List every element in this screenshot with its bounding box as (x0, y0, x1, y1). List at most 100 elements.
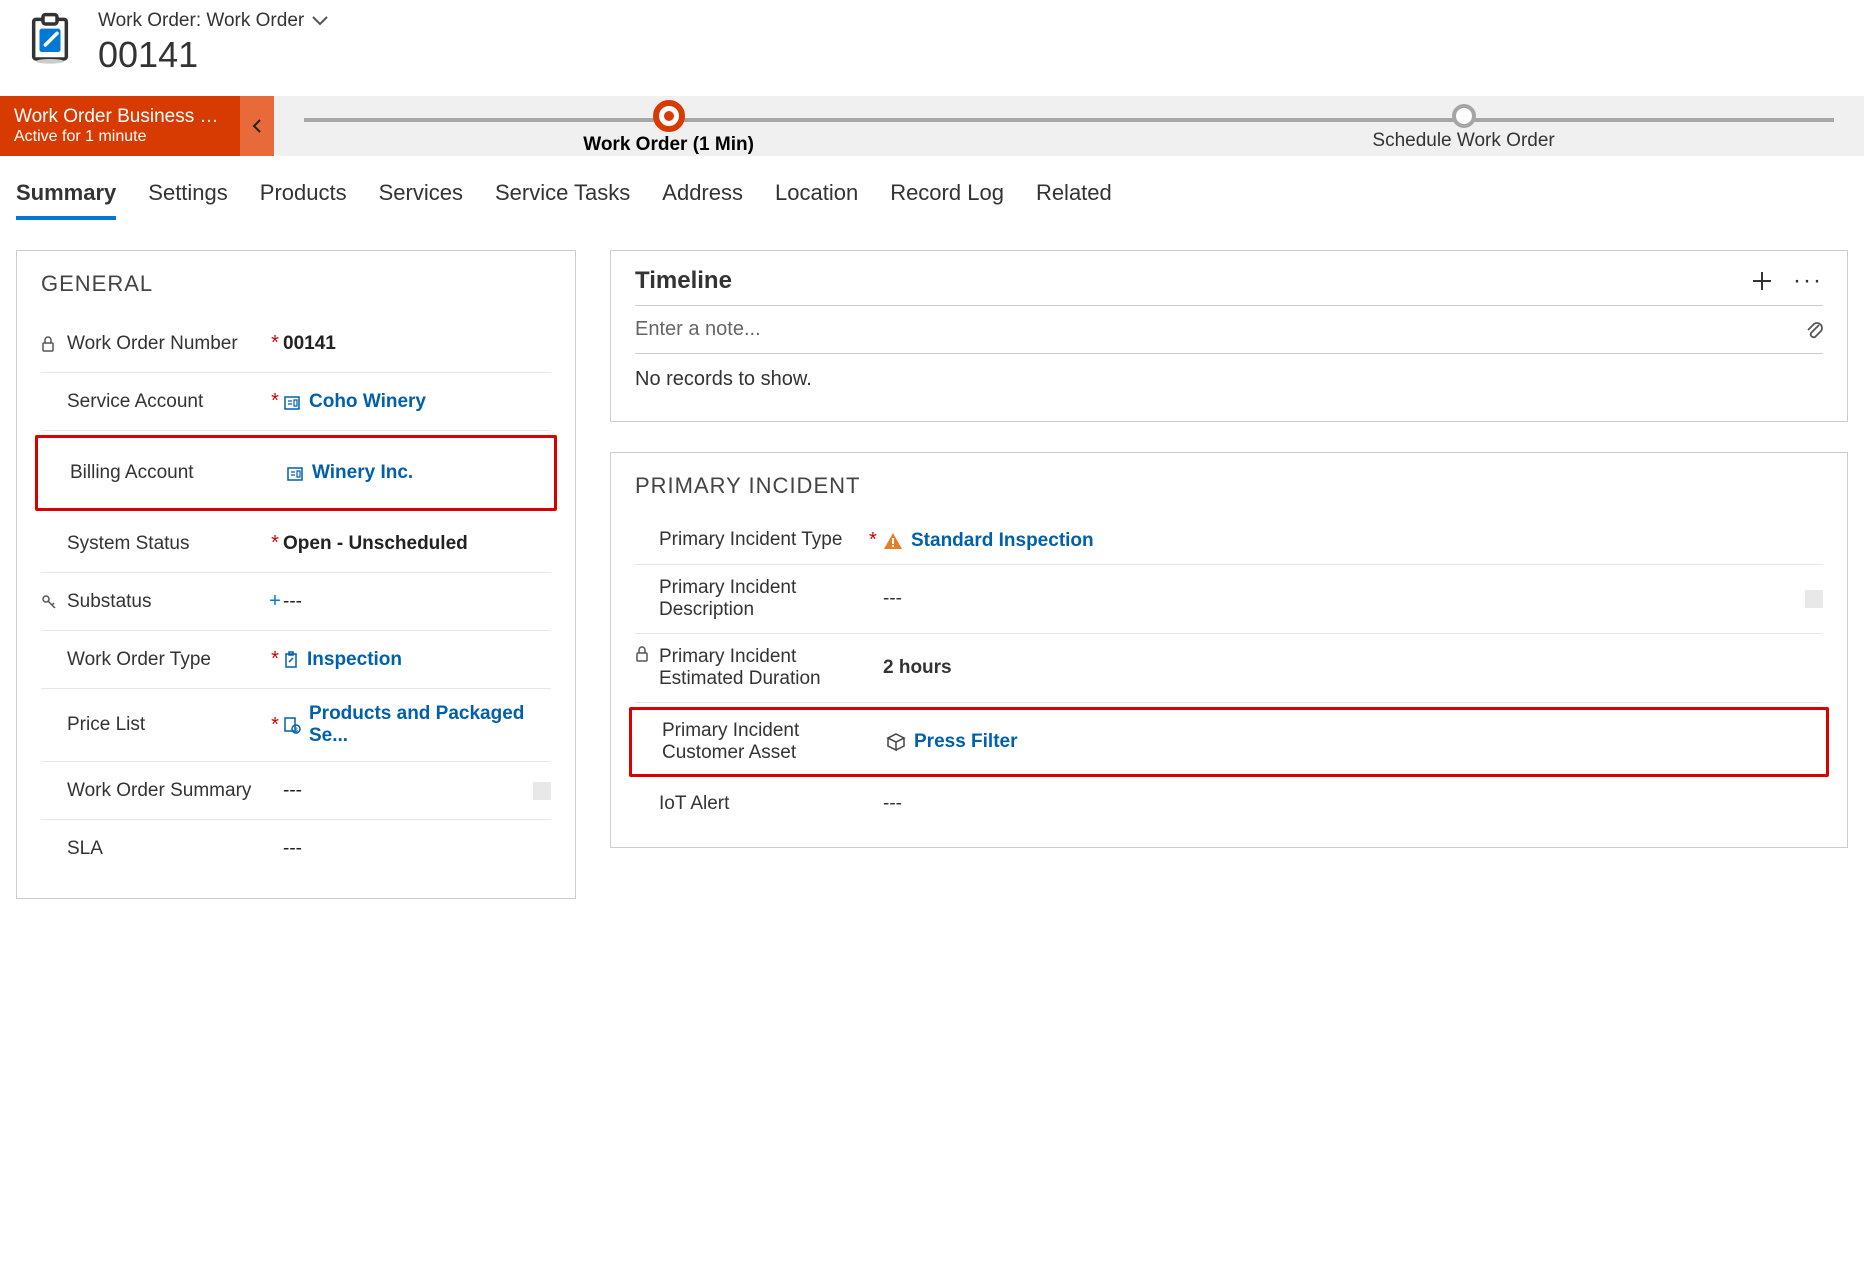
tab-location[interactable]: Location (775, 180, 858, 220)
field-value: --- (883, 793, 1823, 815)
field-primary-incident-duration[interactable]: Primary Incident Estimated Duration 2 ho… (635, 634, 1823, 703)
field-system-status[interactable]: System Status * Open - Unscheduled (41, 515, 551, 573)
record-title: 00141 (98, 34, 328, 76)
bpf-stage-work-order[interactable]: Work Order (1 Min) (583, 96, 754, 156)
bpf-collapse-button[interactable] (240, 96, 274, 156)
link-text: Inspection (307, 649, 402, 671)
form-body: GENERAL Work Order Number * 00141 Servic… (0, 220, 1864, 929)
field-label: Primary Incident Customer Asset (662, 720, 872, 764)
highlight-customer-asset: Primary Incident Customer Asset Press Fi… (629, 707, 1829, 777)
field-service-account[interactable]: Service Account * Coho Winery (41, 373, 551, 431)
field-iot-alert[interactable]: IoT Alert --- (635, 781, 1823, 827)
attachment-icon[interactable] (1805, 319, 1823, 341)
link-text: Press Filter (914, 731, 1018, 753)
header-text: Work Order: Work Order 00141 (98, 10, 328, 76)
timeline-note-input[interactable]: Enter a note... (635, 306, 1823, 354)
section-title-general: GENERAL (41, 271, 551, 297)
right-column: Timeline ··· Enter a note... No records … (610, 250, 1848, 899)
chevron-down-icon (312, 16, 328, 26)
bpf-stage-label: Work Order (1 Min) (583, 134, 754, 156)
field-value-link[interactable]: Press Filter (886, 720, 1820, 764)
field-primary-incident-asset[interactable]: Primary Incident Customer Asset Press Fi… (638, 716, 1820, 768)
tab-settings[interactable]: Settings (148, 180, 228, 220)
field-value: --- (283, 780, 551, 802)
field-primary-incident-type[interactable]: Primary Incident Type * Standard Inspect… (635, 517, 1823, 565)
tab-summary[interactable]: Summary (16, 180, 116, 220)
bpf-stage-circle-active (653, 100, 685, 132)
bpf-stage-circle (1452, 104, 1476, 128)
record-header: Work Order: Work Order 00141 (0, 0, 1864, 96)
primary-incident-section: PRIMARY INCIDENT Primary Incident Type *… (610, 452, 1848, 848)
required-indicator: * (869, 529, 883, 552)
tab-related[interactable]: Related (1036, 180, 1112, 220)
field-substatus[interactable]: Substatus + --- (41, 573, 551, 631)
field-label: Work Order Summary (67, 780, 267, 802)
tab-products[interactable]: Products (260, 180, 347, 220)
general-section: GENERAL Work Order Number * 00141 Servic… (16, 250, 576, 899)
field-value-link[interactable]: Coho Winery (283, 391, 551, 413)
tab-service-tasks[interactable]: Service Tasks (495, 180, 630, 220)
field-sla[interactable]: SLA --- (41, 820, 551, 878)
bpf-duration: Active for 1 minute (14, 128, 226, 146)
bpf-name-block[interactable]: Work Order Business Pro... Active for 1 … (0, 96, 240, 156)
field-label: Billing Account (70, 462, 270, 484)
add-icon[interactable] (1751, 270, 1773, 292)
lock-icon (635, 646, 659, 690)
expand-icon[interactable] (1805, 590, 1823, 608)
timeline-header: Timeline ··· (635, 267, 1823, 306)
field-label: Substatus (67, 591, 267, 613)
field-label: SLA (67, 838, 267, 860)
timeline-title: Timeline (635, 267, 732, 295)
field-value-link[interactable]: $ Products and Packaged Se... (283, 703, 551, 747)
bpf-stage-schedule[interactable]: Schedule Work Order (1372, 96, 1554, 156)
tab-services[interactable]: Services (379, 180, 463, 220)
tab-record-log[interactable]: Record Log (890, 180, 1004, 220)
field-value: 00141 (283, 333, 551, 355)
lock-icon (41, 336, 67, 352)
link-text: Winery Inc. (312, 462, 413, 484)
account-icon (283, 393, 301, 411)
warning-icon (883, 532, 903, 550)
package-icon (886, 732, 906, 752)
field-value: --- (283, 838, 551, 860)
required-indicator: * (267, 532, 283, 555)
more-icon[interactable]: ··· (1793, 267, 1823, 295)
recommended-indicator: + (267, 590, 283, 613)
tab-address[interactable]: Address (662, 180, 743, 220)
field-value-link[interactable]: Winery Inc. (286, 462, 548, 484)
form-selector[interactable]: Work Order: Work Order (98, 10, 328, 32)
section-title-primary-incident: PRIMARY INCIDENT (635, 473, 1823, 499)
link-text: Standard Inspection (911, 530, 1094, 552)
expand-icon[interactable] (533, 782, 551, 800)
field-value-link[interactable]: Inspection (283, 649, 551, 671)
field-value: --- (283, 591, 551, 613)
field-primary-incident-description[interactable]: Primary Incident Description --- (635, 565, 1823, 634)
required-indicator: * (267, 648, 283, 671)
breadcrumb-text: Work Order: Work Order (98, 10, 304, 32)
timeline-section: Timeline ··· Enter a note... No records … (610, 250, 1848, 422)
field-work-order-summary[interactable]: Work Order Summary --- (41, 762, 551, 820)
field-value: 2 hours (883, 646, 1823, 690)
field-value: --- (883, 577, 1823, 621)
bpf-name: Work Order Business Pro... (14, 106, 226, 128)
required-indicator: * (267, 714, 283, 737)
field-value-link[interactable]: Standard Inspection (883, 529, 1823, 552)
bpf-track: Work Order (1 Min) Schedule Work Order (274, 96, 1864, 156)
field-label: Primary Incident Type (659, 529, 869, 552)
work-order-entity-icon (22, 10, 78, 66)
note-placeholder: Enter a note... (635, 318, 761, 341)
field-work-order-number[interactable]: Work Order Number * 00141 (41, 315, 551, 373)
account-icon (286, 464, 304, 482)
field-price-list[interactable]: Price List * $ Products and Packaged Se.… (41, 689, 551, 762)
field-label: System Status (67, 533, 267, 555)
required-indicator: * (267, 332, 283, 355)
link-text: Products and Packaged Se... (309, 703, 551, 747)
field-label: Work Order Type (67, 649, 267, 671)
field-work-order-type[interactable]: Work Order Type * Inspection (41, 631, 551, 689)
field-label: Work Order Number (67, 333, 267, 355)
field-billing-account[interactable]: Billing Account Winery Inc. (44, 444, 548, 502)
pricelist-icon: $ (283, 716, 301, 734)
link-text: Coho Winery (309, 391, 426, 413)
bpf-stage-label: Schedule Work Order (1372, 130, 1554, 152)
required-indicator: * (267, 390, 283, 413)
